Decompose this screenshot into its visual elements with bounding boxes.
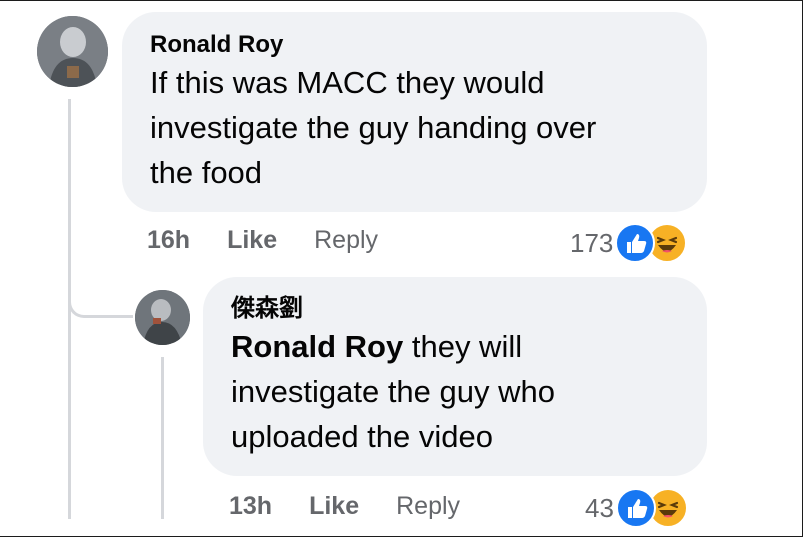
reply-actions: 13h Like Reply xyxy=(229,492,460,521)
comment-actions: 16h Like Reply xyxy=(147,226,378,255)
reaction-count: 173 xyxy=(570,227,614,258)
thread-line-reply xyxy=(161,357,164,519)
comment-bubble: Ronald Roy If this was MACC they would i… xyxy=(122,12,707,212)
reaction-summary[interactable]: 43 xyxy=(585,488,688,528)
comment-timestamp[interactable]: 16h xyxy=(147,226,190,255)
reply-text-line: uploaded the video xyxy=(231,419,494,454)
thread-line-branch xyxy=(68,291,133,318)
avatar[interactable] xyxy=(37,16,108,87)
like-button[interactable]: Like xyxy=(309,492,359,521)
mention-link[interactable]: Ronald Roy xyxy=(231,329,403,364)
like-button[interactable]: Like xyxy=(227,226,277,255)
comment-text: If this was MACC they would investigate … xyxy=(150,60,679,195)
reply-text-line: investigate the guy who xyxy=(231,374,555,409)
reply-timestamp[interactable]: 13h xyxy=(229,492,272,521)
reply-button[interactable]: Reply xyxy=(314,226,378,255)
reply-text: Ronald Roy they will investigate the guy… xyxy=(231,324,679,459)
comment-text-line: If this was MACC they would xyxy=(150,65,545,100)
avatar[interactable] xyxy=(135,290,190,345)
like-icon xyxy=(615,223,656,263)
reaction-count: 43 xyxy=(585,492,614,523)
reply-author[interactable]: 傑森劉 xyxy=(231,294,679,324)
reply-button[interactable]: Reply xyxy=(396,492,460,521)
profile-photo-icon xyxy=(37,16,108,87)
reply-bubble: 傑森劉 Ronald Roy they will investigate the… xyxy=(203,277,707,476)
reaction-summary[interactable]: 173 xyxy=(570,223,688,263)
comment-text-line: investigate the guy handing over xyxy=(150,110,597,145)
comment-text-line: the food xyxy=(150,155,263,190)
like-icon xyxy=(615,488,656,528)
comment-author[interactable]: Ronald Roy xyxy=(150,30,679,60)
comment-thread: Ronald Roy If this was MACC they would i… xyxy=(0,0,803,537)
reply-text-line: Ronald Roy they will xyxy=(231,324,679,369)
profile-photo-icon xyxy=(135,290,190,345)
reply-text-segment: they will xyxy=(403,329,523,364)
